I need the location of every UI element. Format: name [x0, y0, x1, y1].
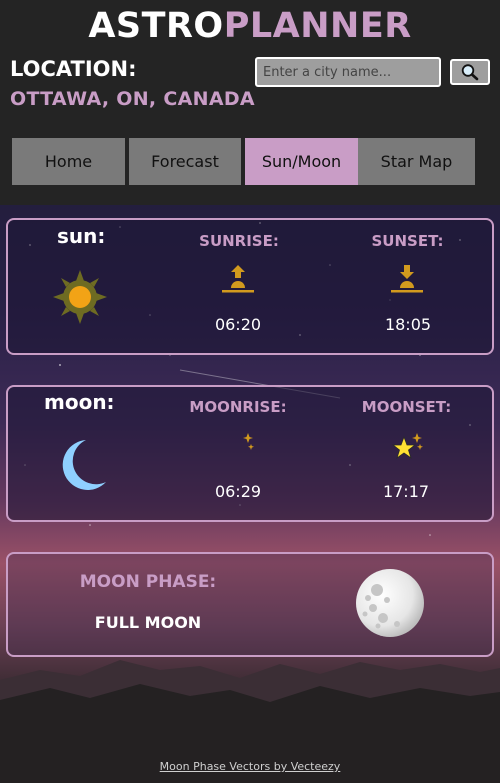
moonset-star-icon — [391, 433, 423, 460]
sunset-icon — [391, 265, 423, 293]
tab-sun-moon[interactable]: Sun/Moon — [245, 138, 358, 185]
app-title-part2: PLANNER — [223, 6, 412, 46]
moonrise-time: 06:29 — [214, 482, 262, 501]
sun-icon — [53, 270, 107, 324]
moonrise-icon — [228, 433, 254, 460]
moonrise-label: MOONRISE: — [189, 398, 287, 416]
crescent-moon-icon — [62, 440, 106, 490]
moon-card-title: moon: — [44, 390, 115, 414]
search-icon — [461, 64, 479, 81]
moonset-time: 17:17 — [382, 482, 430, 501]
footer-credit-link[interactable]: Moon Phase Vectors by Vecteezy — [0, 760, 500, 773]
location-value: OTTAWA, ON, CANADA — [10, 88, 255, 110]
sunset-label: SUNSET: — [371, 232, 444, 250]
moon-phase-value: FULL MOON — [94, 613, 202, 632]
moonset-label: MOONSET: — [361, 398, 452, 416]
city-search-input[interactable] — [255, 57, 441, 87]
sun-card-title: sun: — [57, 224, 106, 248]
moon-phase-label: MOON PHASE: — [79, 572, 217, 592]
tab-forecast[interactable]: Forecast — [129, 138, 241, 185]
tab-home[interactable]: Home — [12, 138, 125, 185]
app-title: ASTROPLANNER — [0, 6, 500, 46]
tab-star-map[interactable]: Star Map — [358, 138, 475, 185]
sunrise-label: SUNRISE: — [199, 232, 279, 250]
sunrise-time: 06:20 — [214, 315, 262, 334]
location-label: LOCATION: — [10, 57, 137, 81]
app-title-part1: ASTRO — [88, 6, 224, 46]
sunrise-icon — [222, 265, 254, 293]
sunset-time: 18:05 — [384, 315, 432, 334]
search-button[interactable] — [450, 59, 490, 85]
full-moon-icon — [356, 569, 424, 637]
